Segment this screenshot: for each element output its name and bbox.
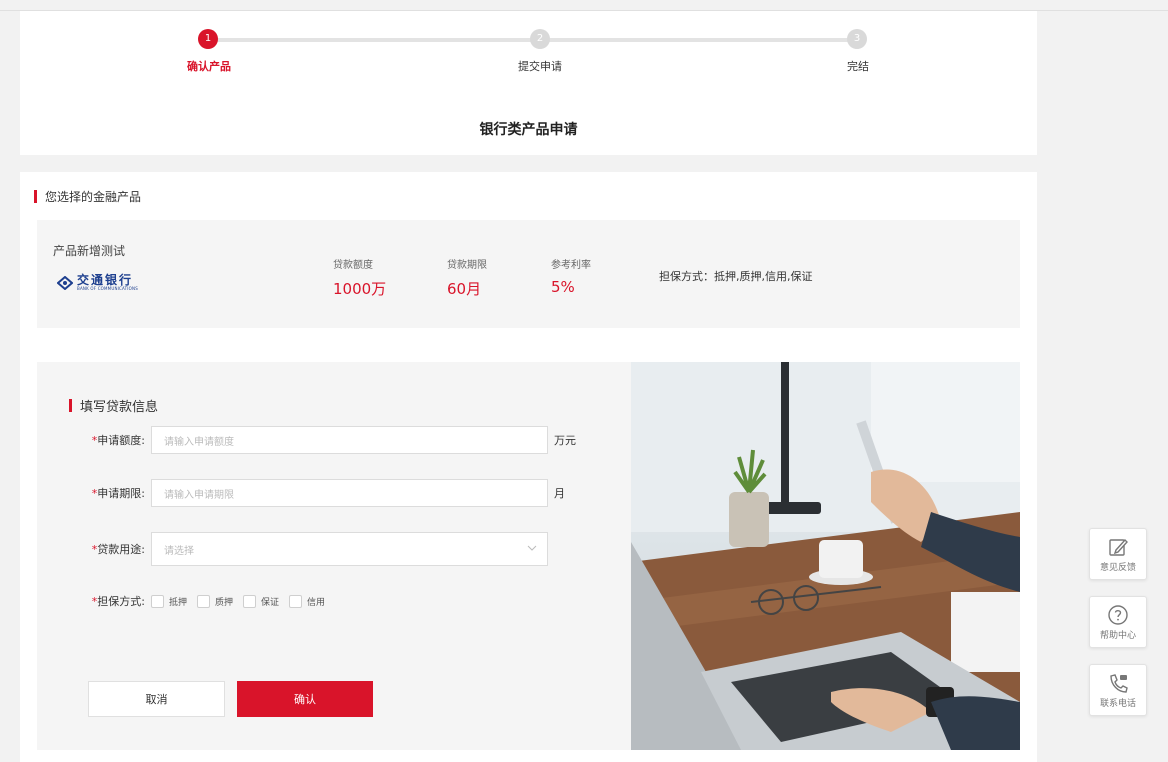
- step-3-dot: 3: [847, 29, 867, 49]
- guarantee-label: 担保方式：: [659, 270, 714, 283]
- checkbox-label: 质押: [215, 597, 234, 608]
- feedback-button[interactable]: 意见反馈: [1089, 528, 1147, 580]
- checkbox-credit[interactable]: 信用: [289, 594, 326, 608]
- phone-icon: [1110, 674, 1128, 693]
- bank-name-en: BANK OF COMMUNICATIONS: [77, 286, 138, 291]
- heading-accent-bar: [34, 190, 37, 203]
- product-section-heading: 您选择的金融产品: [34, 188, 141, 205]
- purpose-label: *贷款用途:: [37, 541, 151, 557]
- bank-logo: 交通银行 BANK OF COMMUNICATIONS: [57, 274, 138, 291]
- checkbox-label: 抵押: [169, 597, 188, 608]
- guarantee-form-label: *担保方式:: [37, 593, 151, 609]
- purpose-placeholder: 请选择: [164, 545, 194, 557]
- checkbox-box[interactable]: [197, 594, 211, 608]
- cancel-button[interactable]: 取消: [88, 681, 225, 717]
- guarantee-row: *担保方式: 抵押 质押 保证 信用: [37, 593, 335, 609]
- stat-value: 1000万: [333, 280, 387, 298]
- term-placeholder: 请输入申请期限: [164, 489, 234, 501]
- checkbox-mortgage[interactable]: 抵押: [151, 594, 188, 608]
- confirm-button[interactable]: 确认: [237, 681, 373, 717]
- guarantee-checkboxes: 抵押 质押 保证 信用: [151, 594, 335, 608]
- amount-placeholder: 请输入申请额度: [164, 436, 234, 448]
- amount-label: *申请额度:: [37, 432, 151, 448]
- form-heading: 填写贷款信息: [69, 396, 158, 415]
- laptop-photo: [631, 362, 1020, 750]
- checkbox-guarantee[interactable]: 保证: [243, 594, 280, 608]
- step-2-dot: 2: [530, 29, 550, 49]
- feedback-label: 意见反馈: [1099, 563, 1136, 573]
- purpose-label-text: 贷款用途:: [97, 543, 145, 556]
- product-section-title: 您选择的金融产品: [45, 190, 142, 204]
- checkbox-box[interactable]: [289, 594, 303, 608]
- help-icon: [1108, 605, 1128, 625]
- stat-label: 贷款额度: [333, 260, 373, 271]
- step-3-label: 完结: [847, 60, 869, 73]
- steps-card: 1 2 3 确认产品 提交申请 完结 银行类产品申请: [20, 11, 1037, 155]
- term-unit: 月: [554, 487, 565, 500]
- checkbox-pledge[interactable]: 质押: [197, 594, 234, 608]
- bank-emblem-icon: [57, 275, 73, 290]
- checkbox-label: 保证: [261, 597, 280, 608]
- amount-row: *申请额度: 请输入申请额度 万元: [37, 426, 576, 454]
- contact-phone-label: 联系电话: [1099, 699, 1136, 709]
- stat-value: 5%: [551, 278, 575, 296]
- amount-input[interactable]: 请输入申请额度: [151, 426, 548, 454]
- stat-label: 参考利率: [551, 260, 591, 271]
- checkbox-box[interactable]: [243, 594, 257, 608]
- step-1-dot: 1: [198, 29, 218, 49]
- purpose-select[interactable]: 请选择: [151, 532, 548, 566]
- edit-icon: [1109, 538, 1128, 556]
- amount-label-text: 申请额度:: [97, 434, 145, 447]
- chevron-down-icon: [527, 545, 537, 551]
- stat-value: 60月: [447, 280, 482, 298]
- amount-unit: 万元: [554, 434, 576, 447]
- form-title: 填写贷款信息: [80, 400, 159, 415]
- term-label-text: 申请期限:: [97, 487, 145, 500]
- step-1-label: 确认产品: [187, 60, 231, 73]
- stat-label: 贷款期限: [447, 260, 487, 271]
- checkbox-label: 信用: [307, 597, 326, 608]
- product-name: 产品新增测试: [53, 244, 126, 258]
- contact-phone-button[interactable]: 联系电话: [1089, 664, 1147, 716]
- help-center-label: 帮助中心: [1099, 631, 1136, 641]
- office-illustration: [631, 362, 1020, 750]
- guarantee-value: 抵押,质押,信用,保证: [714, 270, 813, 283]
- main-card: 您选择的金融产品 产品新增测试 交通银行 BANK OF COMMUNICATI…: [20, 172, 1037, 762]
- guarantee-info: 担保方式：抵押,质押,信用,保证: [659, 268, 813, 284]
- term-label: *申请期限:: [37, 485, 151, 501]
- stat-loan-amount: 贷款额度 1000万: [333, 256, 386, 299]
- term-input[interactable]: 请输入申请期限: [151, 479, 548, 507]
- stat-loan-term: 贷款期限 60月: [447, 256, 487, 299]
- product-summary: 产品新增测试 交通银行 BANK OF COMMUNICATIONS 贷款额度 …: [37, 220, 1020, 328]
- stat-interest-rate: 参考利率 5%: [551, 256, 591, 296]
- guarantee-form-label-text: 担保方式:: [97, 595, 145, 608]
- help-center-button[interactable]: 帮助中心: [1089, 596, 1147, 648]
- step-track: [542, 38, 858, 42]
- checkbox-box[interactable]: [151, 594, 164, 608]
- step-track: [212, 38, 537, 42]
- page-title: 银行类产品申请: [479, 122, 578, 138]
- term-row: *申请期限: 请输入申请期限 月: [37, 479, 565, 507]
- purpose-row: *贷款用途: 请选择: [37, 532, 548, 566]
- heading-accent-bar: [69, 399, 72, 412]
- bank-name: 交通银行: [77, 273, 134, 287]
- loan-form: 填写贷款信息 *申请额度: 请输入申请额度 万元 *申请期限: 请输入申请期限 …: [37, 362, 631, 750]
- step-2-label: 提交申请: [518, 60, 562, 73]
